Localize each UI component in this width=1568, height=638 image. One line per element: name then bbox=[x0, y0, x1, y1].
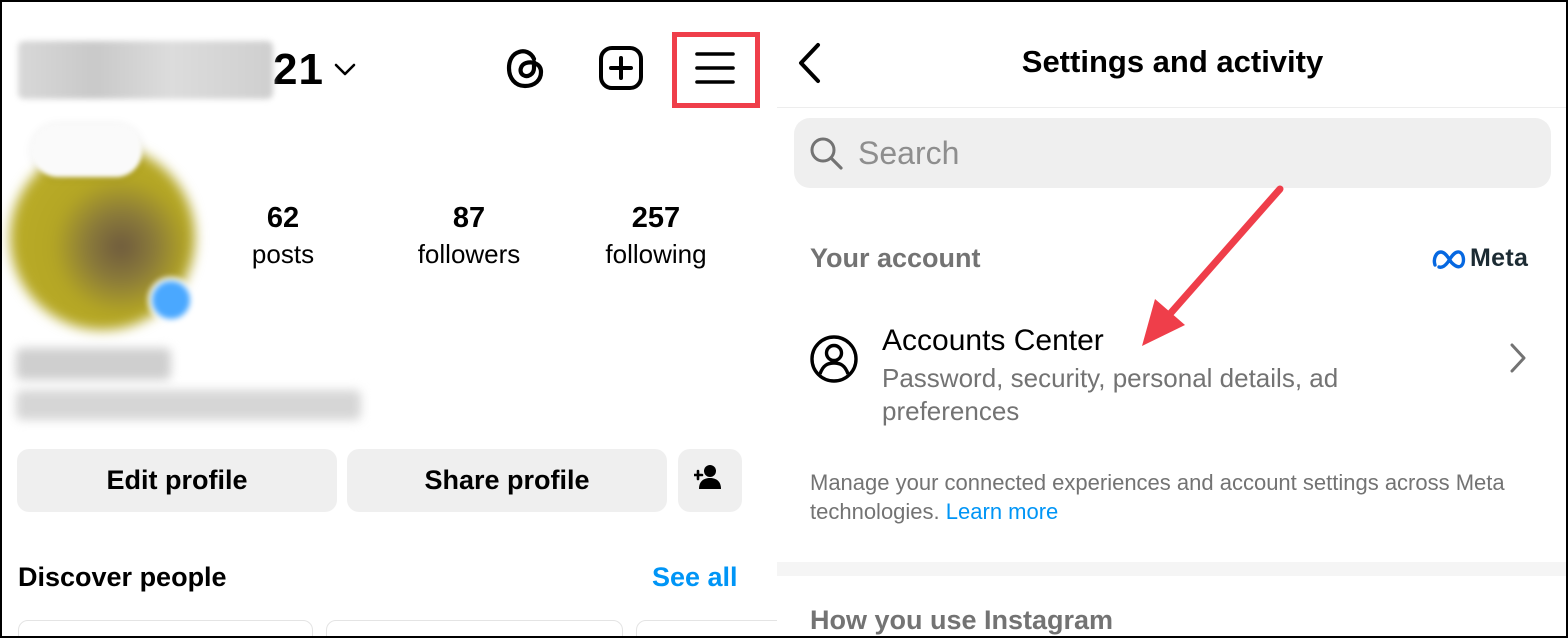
your-account-label: Your account bbox=[810, 243, 981, 273]
manage-text: Manage your connected experiences and ac… bbox=[810, 470, 1505, 524]
menu-highlight-box bbox=[672, 32, 760, 108]
followers-stat[interactable]: 87 followers bbox=[405, 200, 533, 272]
chevron-right-icon bbox=[1508, 342, 1528, 379]
threads-icon[interactable] bbox=[497, 40, 553, 96]
section-divider bbox=[777, 562, 1568, 576]
profile-panel: 21 62 posts 87 followers 257 following E… bbox=[0, 0, 777, 638]
suggestion-card[interactable] bbox=[326, 620, 623, 638]
suggestion-card[interactable] bbox=[18, 620, 313, 638]
following-count: 257 bbox=[631, 202, 681, 234]
add-story-badge[interactable] bbox=[148, 277, 194, 323]
meta-logo: Meta bbox=[1432, 244, 1528, 273]
accounts-center-item[interactable]: Accounts Center Password, security, pers… bbox=[777, 318, 1568, 428]
display-name-redacted bbox=[16, 348, 171, 380]
accounts-center-description: Manage your connected experiences and ac… bbox=[810, 468, 1510, 526]
username-suffix: 21 bbox=[273, 45, 324, 94]
create-post-icon[interactable] bbox=[593, 40, 649, 96]
settings-panel: Settings and activity Search Your accoun… bbox=[777, 0, 1568, 638]
posts-label: posts bbox=[251, 239, 315, 269]
share-profile-button[interactable]: Share profile bbox=[347, 449, 667, 512]
account-circle-icon bbox=[809, 334, 859, 389]
discover-people-title: Discover people bbox=[18, 562, 227, 592]
posts-stat[interactable]: 62 posts bbox=[232, 200, 334, 272]
followers-label: followers bbox=[417, 239, 521, 269]
suggestion-card[interactable] bbox=[636, 620, 777, 638]
following-label: following bbox=[605, 239, 707, 269]
page-title: Settings and activity bbox=[1021, 44, 1324, 79]
chevron-down-icon bbox=[334, 63, 356, 82]
search-input[interactable]: Search bbox=[794, 118, 1551, 188]
meta-wordmark: Meta bbox=[1470, 244, 1529, 272]
profile-avatar[interactable] bbox=[10, 125, 195, 330]
username-switcher[interactable]: 21 bbox=[18, 40, 356, 100]
posts-count: 62 bbox=[266, 202, 300, 234]
followers-count: 87 bbox=[452, 202, 486, 234]
add-person-icon bbox=[692, 464, 726, 497]
username-redacted bbox=[18, 41, 273, 99]
accounts-center-subtitle: Password, security, personal details, ad… bbox=[882, 363, 1339, 426]
bio-redacted bbox=[16, 390, 361, 420]
note-bubble[interactable] bbox=[32, 125, 142, 177]
discover-people-button[interactable] bbox=[678, 449, 742, 512]
divider bbox=[777, 107, 1568, 108]
see-all-link[interactable]: See all bbox=[652, 562, 738, 593]
accounts-center-title: Accounts Center bbox=[882, 324, 1104, 357]
edit-profile-button[interactable]: Edit profile bbox=[17, 449, 337, 512]
how-you-use-label: How you use Instagram bbox=[810, 605, 1114, 635]
search-icon bbox=[808, 135, 844, 171]
meta-infinity-icon bbox=[1432, 249, 1466, 269]
search-placeholder: Search bbox=[858, 134, 960, 171]
following-stat[interactable]: 257 following bbox=[593, 200, 719, 272]
learn-more-link[interactable]: Learn more bbox=[946, 499, 1059, 524]
